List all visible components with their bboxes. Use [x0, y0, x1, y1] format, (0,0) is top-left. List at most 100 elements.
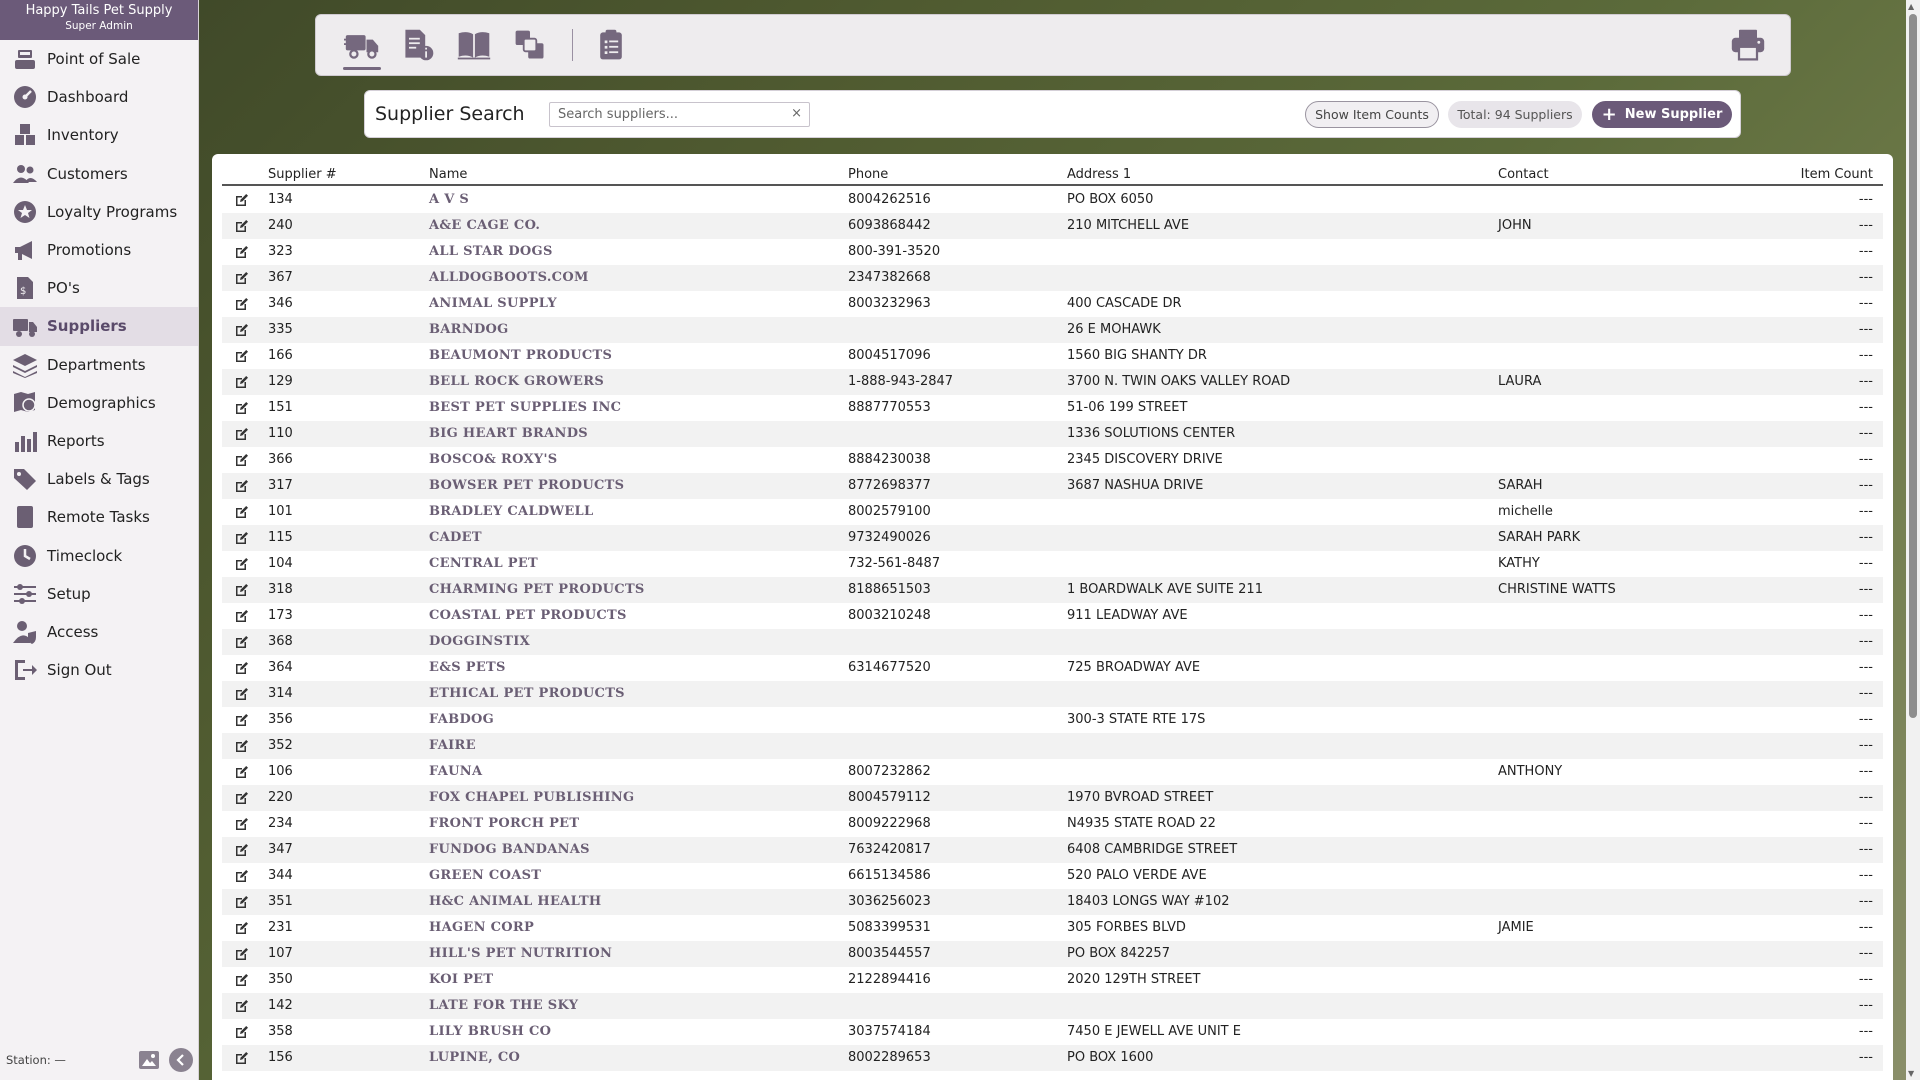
- search-input[interactable]: [549, 101, 810, 127]
- sidebar-item-customers[interactable]: Customers: [0, 155, 198, 193]
- column-header-item-count[interactable]: Item Count: [1801, 167, 1873, 182]
- supplier-name-link[interactable]: BOWSER PET PRODUCTS: [429, 478, 624, 493]
- edit-icon[interactable]: [235, 323, 249, 337]
- table-row[interactable]: 356 FABDOG 300-3 STATE RTE 17S ---: [222, 707, 1883, 733]
- edit-icon[interactable]: [235, 401, 249, 415]
- table-row[interactable]: 351 H&C ANIMAL HEALTH 3036256023 18403 LONG…: [222, 889, 1883, 915]
- supplier-name-link[interactable]: E&S PETS: [429, 660, 506, 675]
- sidebar-item-po-s[interactable]: $ PO's: [0, 269, 198, 307]
- edit-icon[interactable]: [235, 297, 249, 311]
- sidebar-item-sign-out[interactable]: Sign Out: [0, 651, 198, 689]
- table-row[interactable]: 115 CADET 9732490026 SARAH PARK ---: [222, 525, 1883, 551]
- table-row[interactable]: 166 BEAUMONT PRODUCTS 8004517096 1560 BIG S…: [222, 343, 1883, 369]
- sidebar-item-point-of-sale[interactable]: Point of Sale: [0, 40, 198, 78]
- edit-icon[interactable]: [235, 921, 249, 935]
- supplier-name-link[interactable]: KOI PET: [429, 972, 493, 987]
- scroll-thumb[interactable]: [1909, 14, 1917, 718]
- sidebar-item-reports[interactable]: Reports: [0, 422, 198, 460]
- edit-icon[interactable]: [235, 817, 249, 831]
- background-image-button[interactable]: [137, 1048, 161, 1072]
- table-row[interactable]: 350 KOI PET 2122894416 2020 129TH STREET ---: [222, 967, 1883, 993]
- edit-icon[interactable]: [235, 531, 249, 545]
- column-header-address[interactable]: Address 1: [1067, 167, 1131, 182]
- table-row[interactable]: 346 ANIMAL SUPPLY 8003232963 400 CASCADE DR…: [222, 291, 1883, 317]
- table-row[interactable]: 344 GREEN COAST 6615134586 520 PALO VERDE A…: [222, 863, 1883, 889]
- edit-icon[interactable]: [235, 843, 249, 857]
- supplier-name-link[interactable]: FAIRE: [429, 738, 476, 753]
- sidebar-item-departments[interactable]: Departments: [0, 346, 198, 384]
- edit-icon[interactable]: [235, 687, 249, 701]
- sidebar-item-dashboard[interactable]: Dashboard: [0, 78, 198, 116]
- table-row[interactable]: 151 BEST PET SUPPLIES INC 8887770553 51-06 …: [222, 395, 1883, 421]
- table-row[interactable]: 173 COASTAL PET PRODUCTS 8003210248 911 LEA…: [222, 603, 1883, 629]
- sidebar-item-remote-tasks[interactable]: Remote Tasks: [0, 498, 198, 536]
- edit-icon[interactable]: [235, 375, 249, 389]
- scroll-up-icon[interactable]: ▲: [1908, 2, 1914, 11]
- table-row[interactable]: 352 FAIRE ---: [222, 733, 1883, 759]
- supplier-name-link[interactable]: FUNDOG BANDANAS: [429, 842, 590, 857]
- table-row[interactable]: 129 BELL ROCK GROWERS 1-888-943-2847 3700 N…: [222, 369, 1883, 395]
- table-row[interactable]: 142 LATE FOR THE SKY ---: [222, 993, 1883, 1019]
- table-row[interactable]: 358 LILY BRUSH CO 3037574184 7450 E JEWELL …: [222, 1019, 1883, 1045]
- table-row[interactable]: 335 BARNDOG 26 E MOHAWK ---: [222, 317, 1883, 343]
- supplier-info-button[interactable]: [392, 19, 444, 71]
- sidebar-item-suppliers[interactable]: Suppliers: [0, 307, 198, 346]
- table-row[interactable]: 110 BIG HEART BRANDS 1336 SOLUTIONS CENTER…: [222, 421, 1883, 447]
- supplier-name-link[interactable]: BEST PET SUPPLIES INC: [429, 400, 621, 415]
- table-row[interactable]: 220 FOX CHAPEL PUBLISHING 8004579112 1970 B…: [222, 785, 1883, 811]
- supplier-name-link[interactable]: LUPINE, CO: [429, 1050, 520, 1065]
- supplier-name-link[interactable]: COASTAL PET PRODUCTS: [429, 608, 627, 623]
- edit-icon[interactable]: [235, 427, 249, 441]
- supplier-name-link[interactable]: GREEN COAST: [429, 868, 541, 883]
- column-header-phone[interactable]: Phone: [848, 167, 888, 182]
- table-row[interactable]: 367 ALLDOGBOOTS.COM 2347382668 ---: [222, 265, 1883, 291]
- clear-search-icon[interactable]: ×: [791, 106, 802, 121]
- supplier-name-link[interactable]: FOX CHAPEL PUBLISHING: [429, 790, 634, 805]
- table-row[interactable]: 156 LUPINE, CO 8002289653 PO BOX 1600 ---: [222, 1045, 1883, 1071]
- sidebar-item-inventory[interactable]: Inventory: [0, 116, 198, 154]
- edit-icon[interactable]: [235, 739, 249, 753]
- supplier-name-link[interactable]: H&C ANIMAL HEALTH: [429, 894, 602, 909]
- edit-icon[interactable]: [235, 1025, 249, 1039]
- supplier-name-link[interactable]: ALL STAR DOGS: [429, 244, 553, 259]
- table-row[interactable]: 101 BRADLEY CALDWELL 8002579100 michelle ---: [222, 499, 1883, 525]
- supplier-name-link[interactable]: FRONT PORCH PET: [429, 816, 579, 831]
- supplier-name-link[interactable]: CENTRAL PET: [429, 556, 538, 571]
- table-row[interactable]: 314 ETHICAL PET PRODUCTS ---: [222, 681, 1883, 707]
- table-row[interactable]: 368 DOGGINSTIX ---: [222, 629, 1883, 655]
- edit-icon[interactable]: [235, 219, 249, 233]
- supplier-name-link[interactable]: HILL'S PET NUTRITION: [429, 946, 612, 961]
- supplier-name-link[interactable]: DOGGINSTIX: [429, 634, 530, 649]
- edit-icon[interactable]: [235, 765, 249, 779]
- merge-suppliers-button[interactable]: [504, 19, 556, 71]
- column-header-name[interactable]: Name: [429, 167, 467, 182]
- edit-icon[interactable]: [235, 583, 249, 597]
- edit-icon[interactable]: [235, 557, 249, 571]
- supplier-name-link[interactable]: HAGEN CORP: [429, 920, 534, 935]
- table-row[interactable]: 240 A&E CAGE CO. 6093868442 210 MITCHELL AV…: [222, 213, 1883, 239]
- supplier-name-link[interactable]: BELL ROCK GROWERS: [429, 374, 604, 389]
- edit-icon[interactable]: [235, 947, 249, 961]
- edit-icon[interactable]: [235, 1051, 249, 1065]
- supplier-name-link[interactable]: BOSCO& ROXY'S: [429, 452, 557, 467]
- sidebar-item-timeclock[interactable]: Timeclock: [0, 536, 198, 574]
- table-row[interactable]: 317 BOWSER PET PRODUCTS 8772698377 3687 NAS…: [222, 473, 1883, 499]
- sidebar-item-labels-tags[interactable]: Labels & Tags: [0, 460, 198, 498]
- supplier-name-link[interactable]: ANIMAL SUPPLY: [429, 296, 557, 311]
- table-row[interactable]: 134 A V S 8004262516 PO BOX 6050 ---: [222, 187, 1883, 213]
- show-item-counts-button[interactable]: Show Item Counts: [1305, 101, 1439, 128]
- page-scrollbar[interactable]: ▲ ▼: [1906, 0, 1920, 1080]
- edit-icon[interactable]: [235, 791, 249, 805]
- edit-icon[interactable]: [235, 895, 249, 909]
- supplier-name-link[interactable]: BRADLEY CALDWELL: [429, 504, 593, 519]
- supplier-name-link[interactable]: BARNDOG: [429, 322, 509, 337]
- table-row[interactable]: 366 BOSCO& ROXY'S 8884230038 2345 DISCOVERY…: [222, 447, 1883, 473]
- supplier-name-link[interactable]: LATE FOR THE SKY: [429, 998, 578, 1013]
- column-header-supplier-number[interactable]: Supplier #: [268, 167, 337, 182]
- edit-icon[interactable]: [235, 661, 249, 675]
- sidebar-item-setup[interactable]: Setup: [0, 575, 198, 613]
- new-supplier-button[interactable]: + New Supplier: [1592, 101, 1732, 128]
- supplier-name-link[interactable]: A&E CAGE CO.: [429, 218, 540, 233]
- edit-icon[interactable]: [235, 479, 249, 493]
- supplier-name-link[interactable]: FAUNA: [429, 764, 482, 779]
